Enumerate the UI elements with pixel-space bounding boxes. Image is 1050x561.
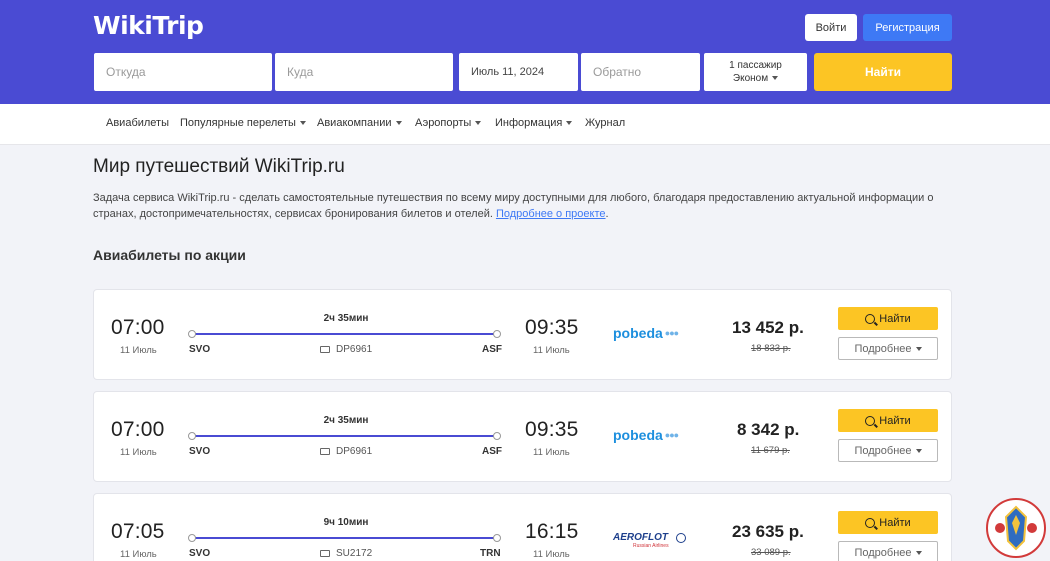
header: WikiTrip Войти Регистрация Откуда Куда И…	[0, 0, 1050, 104]
arrive-date: 11 Июль	[533, 345, 570, 356]
arrive-time: 16:15	[525, 520, 579, 543]
offers-title: Авиабилеты по акции	[93, 247, 246, 263]
flight-duration: 2ч 35мин	[323, 313, 369, 324]
depart-time: 07:00	[111, 316, 165, 339]
main-nav: Авиабилеты Популярные перелеты Авиакомпа…	[0, 104, 1050, 145]
chevron-down-icon	[915, 550, 922, 555]
about-link[interactable]: Подробнее о проекте	[496, 208, 606, 220]
depart-date: 11 Июль	[120, 345, 157, 356]
origin-code: SVO	[189, 548, 211, 559]
price: 13 452 р.	[732, 318, 804, 337]
search-button[interactable]: Найти	[814, 53, 952, 91]
price: 8 342 р.	[737, 420, 800, 439]
destination-input[interactable]: Куда	[275, 53, 453, 91]
arrive-date: 11 Июль	[533, 549, 570, 560]
ticket-icon	[320, 448, 330, 455]
search-icon	[865, 517, 876, 528]
old-price: 11 679 р.	[751, 445, 790, 456]
nav-item-airports[interactable]: Аэропорты	[415, 117, 482, 129]
destination-dot	[493, 330, 501, 338]
search-icon	[865, 415, 876, 426]
chevron-down-icon	[915, 448, 922, 453]
route-line	[192, 333, 498, 335]
arrive-time: 09:35	[525, 316, 579, 339]
nav-item-info[interactable]: Информация	[495, 117, 573, 129]
cabin-class: Эконом	[733, 72, 779, 85]
passengers-select[interactable]: 1 пассажир Эконом	[704, 53, 807, 91]
offer-card: 07:05 11 Июль 9ч 10мин SVO SU2172 TRN 16…	[93, 493, 952, 561]
intro-text: Задача сервиса WikiTrip.ru - сделать сам…	[93, 192, 934, 220]
airline-logo: pobeda ●●●	[613, 427, 679, 443]
airline-logo: pobeda ●●●	[613, 325, 679, 341]
details-button[interactable]: Подробнее	[838, 439, 938, 462]
origin-dot	[188, 432, 196, 440]
register-button[interactable]: Регистрация	[863, 14, 952, 41]
chevron-down-icon	[772, 76, 779, 81]
depart-time: 07:05	[111, 520, 165, 543]
price: 23 635 р.	[732, 522, 804, 541]
destination-dot	[493, 534, 501, 542]
flight-duration: 2ч 35мин	[323, 415, 369, 426]
search-icon	[865, 313, 876, 324]
departure-date-input[interactable]: Июль 11, 2024	[459, 53, 578, 91]
offer-card: 07:00 11 Июль 2ч 35мин SVO DP6961 ASF 09…	[93, 391, 952, 482]
depart-date: 11 Июль	[120, 549, 157, 560]
chevron-down-icon	[299, 121, 306, 126]
destination-code: ASF	[482, 344, 502, 355]
route-line	[192, 435, 498, 437]
old-price: 33 089 р.	[751, 547, 791, 558]
origin-input[interactable]: Откуда	[94, 53, 272, 91]
origin-code: SVO	[189, 344, 211, 355]
passengers-count: 1 пассажир	[729, 60, 782, 71]
nav-item-popular-flights[interactable]: Популярные перелеты	[180, 117, 306, 129]
airline-emblem-icon	[676, 532, 686, 543]
depart-time: 07:00	[111, 418, 165, 441]
details-button[interactable]: Подробнее	[838, 541, 938, 561]
logo[interactable]: WikiTrip	[93, 11, 204, 40]
return-date-input[interactable]: Обратно	[581, 53, 700, 91]
arrive-time: 09:35	[525, 418, 579, 441]
destination-dot	[493, 432, 501, 440]
origin-code: SVO	[189, 446, 211, 457]
flight-number: DP6961	[320, 344, 372, 355]
find-offer-button[interactable]: Найти	[838, 511, 938, 534]
flight-number: SU2172	[320, 548, 372, 559]
arrive-date: 11 Июль	[533, 447, 570, 458]
nav-item-airlines[interactable]: Авиакомпании	[317, 117, 402, 129]
origin-dot	[188, 534, 196, 542]
page-title: Мир путешествий WikiTrip.ru	[93, 156, 345, 177]
details-button[interactable]: Подробнее	[838, 337, 938, 360]
chevron-down-icon	[475, 121, 482, 126]
route-line	[192, 537, 498, 539]
airline-logo: AEROFLOT Russian Airlines	[613, 532, 686, 549]
destination-code: ASF	[482, 446, 502, 457]
offer-card: 07:00 11 Июль 2ч 35мин SVO DP6961 ASF 09…	[93, 289, 952, 380]
origin-dot	[188, 330, 196, 338]
destination-code: TRN	[480, 548, 501, 559]
regional-emblem-watermark	[986, 498, 1046, 558]
ticket-icon	[320, 550, 330, 557]
nav-item-tickets[interactable]: Авиабилеты	[106, 117, 169, 129]
ticket-icon	[320, 346, 330, 353]
login-button[interactable]: Войти	[805, 14, 857, 41]
nav-item-journal[interactable]: Журнал	[585, 117, 625, 129]
flight-duration: 9ч 10мин	[323, 517, 369, 528]
flight-number: DP6961	[320, 446, 372, 457]
depart-date: 11 Июль	[120, 447, 157, 458]
chevron-down-icon	[566, 121, 573, 126]
find-offer-button[interactable]: Найти	[838, 307, 938, 330]
chevron-down-icon	[395, 121, 402, 126]
old-price: 18 833 р.	[751, 343, 791, 354]
find-offer-button[interactable]: Найти	[838, 409, 938, 432]
chevron-down-icon	[915, 346, 922, 351]
